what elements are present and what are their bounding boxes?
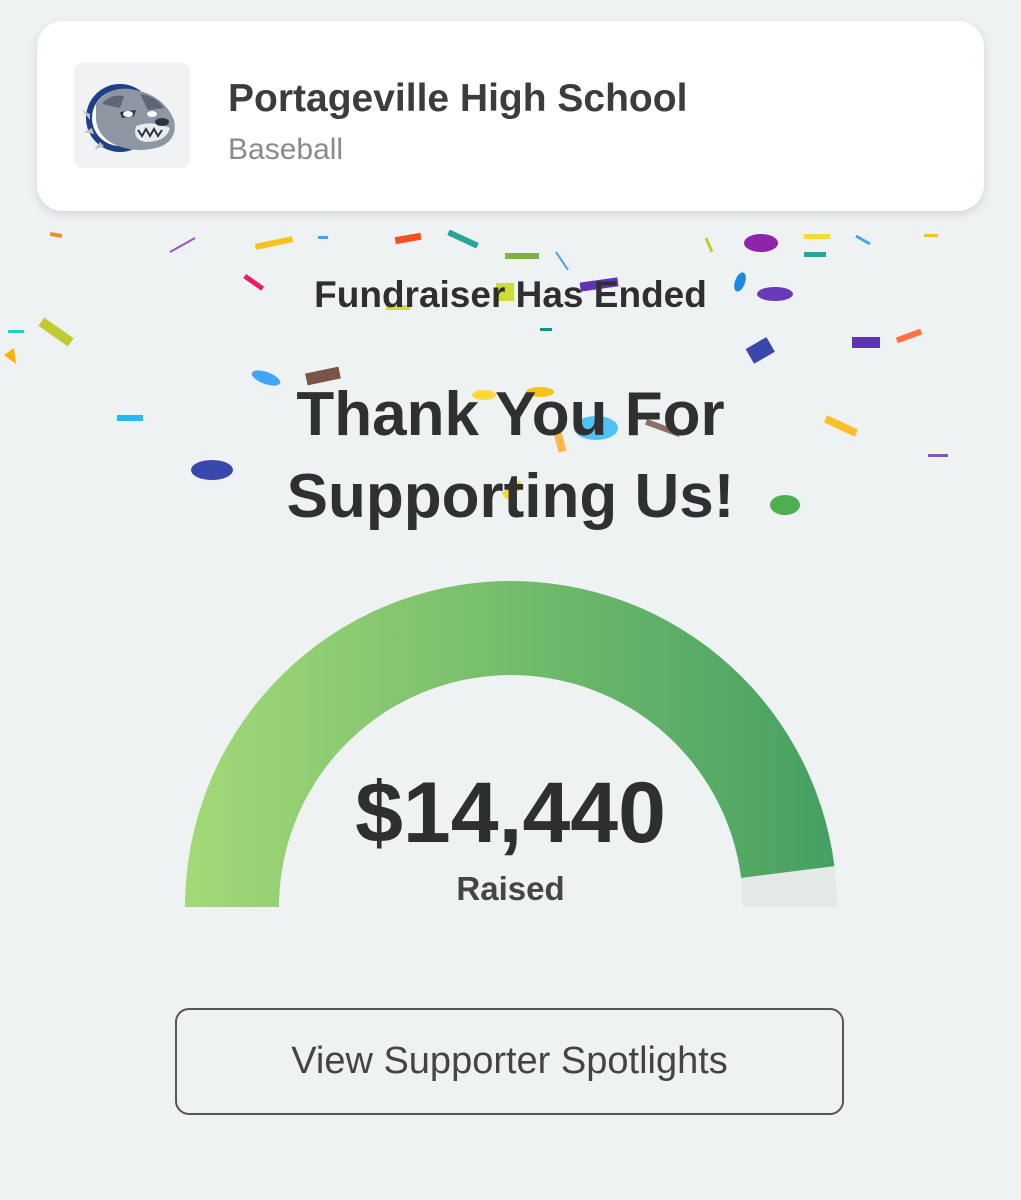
organization-card: Portageville High School Baseball	[37, 21, 984, 211]
thank-you-line-1: Thank You For	[296, 380, 725, 449]
fundraiser-status: Fundraiser Has Ended	[314, 274, 707, 315]
amount-raised: $14,440	[355, 765, 666, 861]
organization-subtitle: Baseball	[228, 133, 344, 166]
thank-you-line-2: Supporting Us!	[286, 462, 735, 531]
bulldog-mascot-icon	[74, 63, 190, 168]
amount-raised-label: Raised	[456, 870, 565, 907]
organization-name: Portageville High School	[228, 77, 688, 120]
thank-you-heading: Thank You For Supporting Us!	[0, 374, 1021, 538]
view-supporter-spotlights-button[interactable]: View Supporter Spotlights	[175, 1008, 844, 1115]
